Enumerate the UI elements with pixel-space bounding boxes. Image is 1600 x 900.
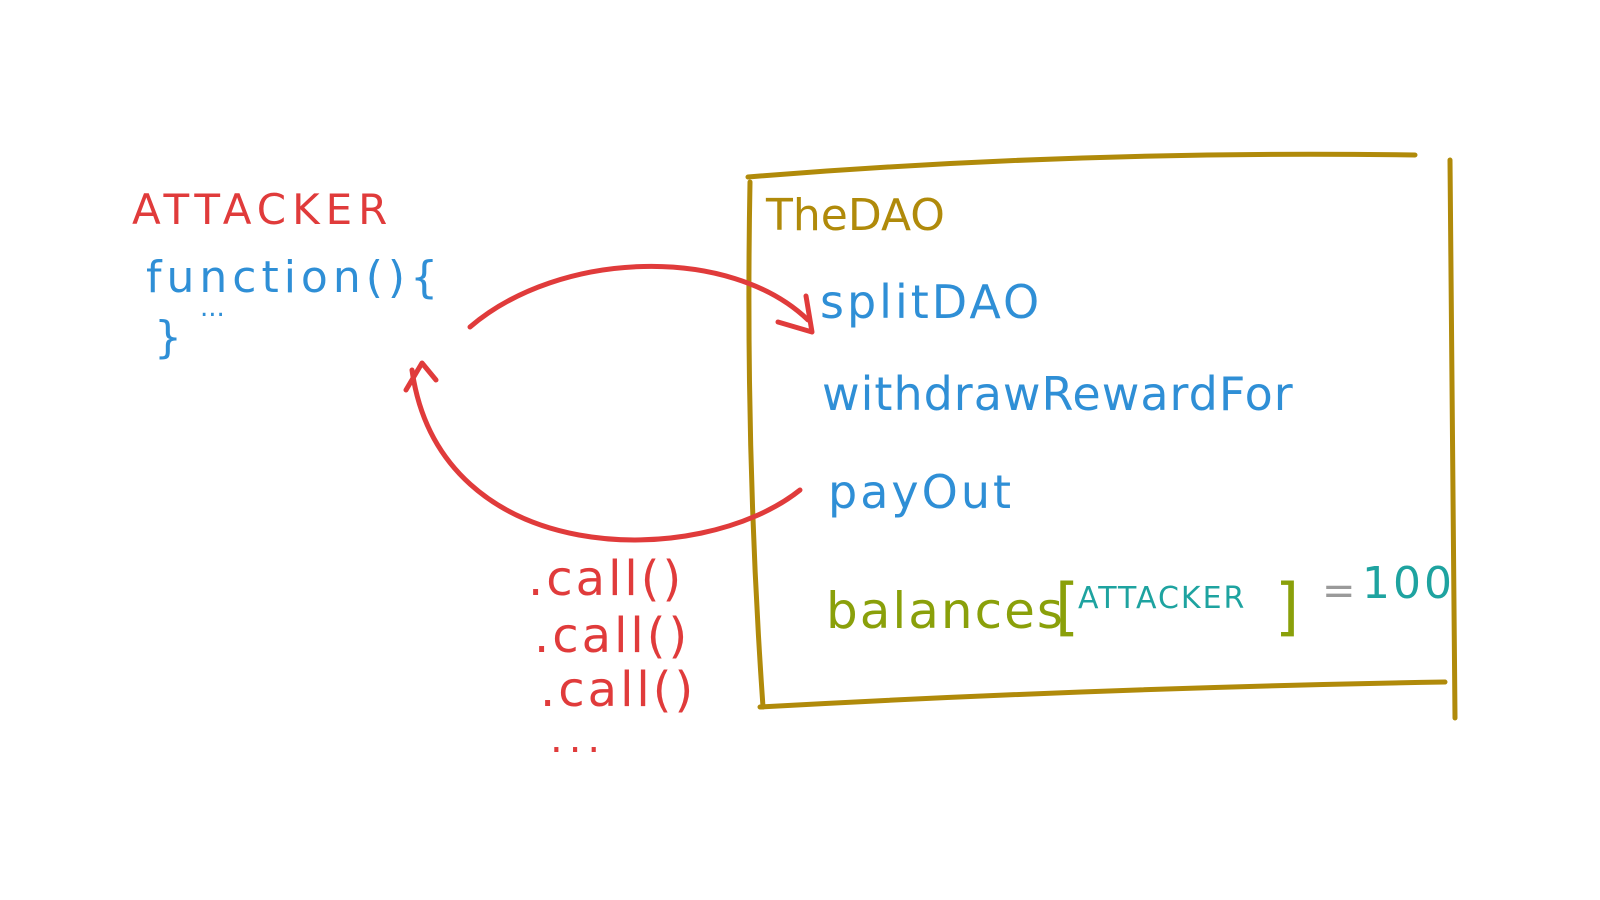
- balances-label: balances: [826, 582, 1065, 640]
- balances-key: ATTACKER: [1078, 581, 1246, 616]
- dao-function-payout: payOut: [828, 465, 1014, 519]
- balances-equals: =: [1322, 568, 1356, 614]
- attacker-code-open: function(){: [146, 252, 443, 303]
- dao-box-bottom-edge: [757, 679, 1448, 710]
- balances-value: 100: [1362, 558, 1455, 609]
- balances-bracket-open: [: [1055, 570, 1079, 643]
- calls-more: ...: [550, 716, 606, 762]
- attacker-title: ATTACKER: [132, 185, 393, 234]
- reentry-arrow-from-payout: [409, 367, 803, 543]
- dao-title: TheDAO: [765, 190, 945, 241]
- dao-box-right-edge: [1447, 157, 1458, 721]
- dao-box-top-edge: [745, 151, 1418, 180]
- reentrancy-diagram: ATTACKER function(){ ... } TheDAO splitD…: [132, 151, 1458, 762]
- dao-box-left-edge: [746, 179, 766, 710]
- attacker-code-dots: ...: [200, 293, 225, 323]
- attacker-code-close: }: [154, 312, 182, 363]
- balances-bracket-close: ]: [1275, 570, 1299, 643]
- call-item-3: .call(): [540, 662, 696, 718]
- dao-function-splitdao: splitDAO: [820, 275, 1042, 329]
- call-arrow-to-splitdao: [467, 264, 811, 330]
- call-item-1: .call(): [528, 551, 684, 607]
- call-item-2: .call(): [534, 608, 690, 664]
- dao-function-withdrawrewardfor: withdrawRewardFor: [822, 367, 1294, 421]
